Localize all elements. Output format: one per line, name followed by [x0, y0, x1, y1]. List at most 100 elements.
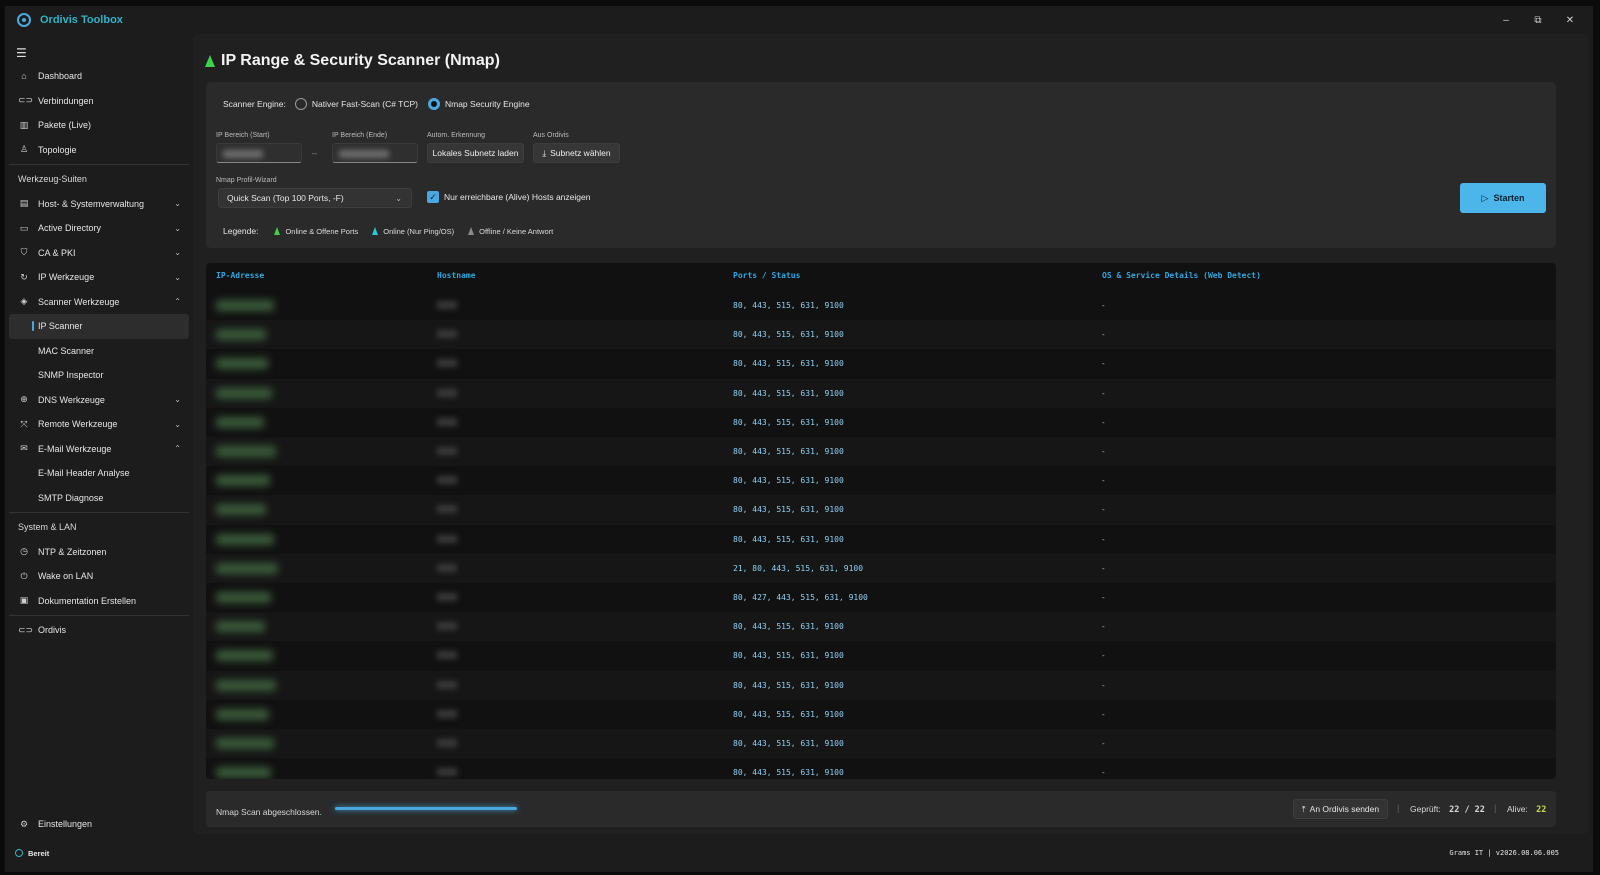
- alive-stat: Alive: 22: [1507, 804, 1546, 815]
- ports-cell: 80, 443, 515, 631, 9100: [733, 768, 844, 778]
- hamburger-menu-icon[interactable]: ☰: [16, 46, 27, 60]
- maximize-button[interactable]: ⧉: [1531, 15, 1545, 26]
- ports-cell: 80, 443, 515, 631, 9100: [733, 709, 844, 719]
- version-text: Grams IT | v2026.08.06.005: [1449, 849, 1559, 857]
- sidebar-item-label: E-Mail Header Analyse: [38, 468, 130, 479]
- redacted-hostname-cell: [437, 447, 457, 455]
- table-row[interactable]: 80, 443, 515, 631, 9100 -: [206, 291, 1556, 320]
- profile-select[interactable]: Quick Scan (Top 100 Ports, -F) ⌄: [218, 188, 412, 208]
- redacted-hostname-cell: [437, 680, 457, 689]
- table-row[interactable]: 80, 443, 515, 631, 9100 -: [206, 670, 1556, 700]
- topology-icon: ♙: [19, 144, 29, 155]
- sidebar-item-dokumentation[interactable]: ▣ Dokumentation Erstellen: [9, 589, 189, 614]
- start-button[interactable]: ▷ Starten: [1460, 183, 1546, 213]
- details-cell: -: [1102, 534, 1105, 544]
- table-row[interactable]: 80, 443, 515, 631, 9100 -: [206, 525, 1556, 554]
- sidebar-item-host-systemverwaltung[interactable]: ▤ Host- & Systemverwaltung ⌄: [9, 192, 189, 217]
- details-cell: -: [1102, 651, 1105, 661]
- sidebar-item-smtp-diagnose[interactable]: SMTP Diagnose: [9, 486, 189, 511]
- status-ring-icon: [15, 849, 23, 857]
- sidebar-item-dashboard[interactable]: ⌂ Dashboard: [9, 64, 189, 89]
- send-to-ordivis-button[interactable]: ⤒ An Ordivis senden: [1293, 799, 1388, 819]
- table-row[interactable]: 80, 443, 515, 631, 9100 -: [206, 408, 1556, 437]
- radio-nmap-engine[interactable]: [427, 98, 440, 110]
- sidebar-item-label: Wake on LAN: [38, 571, 94, 582]
- minimize-button[interactable]: –: [1499, 15, 1513, 26]
- checked-value: 22 / 22: [1449, 805, 1485, 815]
- table-row[interactable]: 80, 427, 443, 515, 631, 9100 -: [206, 583, 1556, 612]
- redacted-ip-cell: [216, 475, 270, 487]
- choose-subnet-label: Subnetz wählen: [550, 148, 611, 158]
- details-cell: -: [1102, 447, 1105, 456]
- radio-native-fast-scan[interactable]: [294, 98, 307, 110]
- redacted-hostname-cell: [437, 593, 457, 601]
- table-row[interactable]: 80, 443, 515, 631, 9100 -: [206, 466, 1556, 495]
- send-label: An Ordivis senden: [1309, 804, 1380, 814]
- app-logo-icon: [17, 13, 31, 27]
- details-cell: -: [1102, 359, 1105, 369]
- sidebar-item-email-werkzeuge[interactable]: ✉ E-Mail Werkzeuge ⌃: [9, 437, 189, 462]
- table-row[interactable]: 80, 443, 515, 631, 9100 -: [206, 612, 1556, 642]
- column-header-details[interactable]: OS & Service Details (Web Detect): [1102, 271, 1261, 280]
- table-row[interactable]: 80, 443, 515, 631, 9100 -: [206, 320, 1556, 350]
- choose-subnet-button[interactable]: ⤓ Subnetz wählen: [533, 143, 620, 163]
- table-row[interactable]: 80, 443, 515, 631, 9100 -: [206, 729, 1556, 759]
- ip-end-input[interactable]: [332, 143, 418, 163]
- radio-label-native[interactable]: Nativer Fast-Scan (C# TCP): [312, 99, 418, 109]
- table-row[interactable]: 80, 443, 515, 631, 9100 -: [206, 378, 1556, 408]
- sidebar-item-label: NTP & Zeitzonen: [38, 546, 107, 557]
- sidebar-item-topologie[interactable]: ♙ Topologie: [9, 138, 189, 163]
- sidebar-item-ip-werkzeuge[interactable]: ↻ IP Werkzeuge ⌄: [9, 265, 189, 290]
- sidebar-item-active-directory[interactable]: ▭ Active Directory ⌄: [9, 216, 189, 241]
- checked-label: Geprüft:: [1410, 804, 1441, 814]
- sidebar-item-snmp-inspector[interactable]: SNMP Inspector: [9, 363, 189, 388]
- sidebar-item-verbindungen[interactable]: ⊂⊃ Verbindungen: [9, 89, 189, 114]
- sidebar-item-scanner-werkzeuge[interactable]: ◈ Scanner Werkzeuge ⌃: [9, 290, 189, 315]
- table-row[interactable]: 80, 443, 515, 631, 9100 -: [206, 641, 1556, 670]
- server-icon: ▤: [19, 198, 29, 209]
- alive-only-toggle[interactable]: ✓ Nur erreichbare (Alive) Hosts anzeigen: [427, 191, 590, 203]
- sidebar-item-dns-werkzeuge[interactable]: ⊕ DNS Werkzeuge ⌄: [9, 388, 189, 413]
- chevron-down-icon: ⌄: [174, 248, 181, 258]
- table-row[interactable]: 80, 443, 515, 631, 9100 -: [206, 437, 1556, 467]
- redacted-hostname-cell: [437, 476, 457, 485]
- sidebar-item-ip-scanner[interactable]: IP Scanner: [9, 314, 189, 339]
- column-header-hostname[interactable]: Hostname: [437, 271, 476, 280]
- table-row[interactable]: 21, 80, 443, 515, 631, 9100 -: [206, 553, 1556, 583]
- sidebar-item-email-header-analyse[interactable]: E-Mail Header Analyse: [9, 461, 189, 486]
- download-icon: ⤓: [542, 147, 547, 158]
- green-triangle-icon: [274, 227, 281, 235]
- sidebar: ☰ ⌂ Dashboard ⊂⊃ Verbindungen ▥ Pakete (Liv…: [5, 34, 193, 844]
- sidebar-item-remote-werkzeuge[interactable]: ⤧ Remote Werkzeuge ⌄: [9, 412, 189, 437]
- sidebar-item-mac-scanner[interactable]: MAC Scanner: [9, 339, 189, 364]
- table-row[interactable]: 80, 443, 515, 631, 9100 -: [206, 758, 1556, 779]
- table-row[interactable]: 80, 443, 515, 631, 9100 -: [206, 349, 1556, 378]
- load-local-subnet-button[interactable]: Lokales Subnetz laden: [427, 143, 524, 163]
- divider: |: [1397, 803, 1400, 813]
- page-title-text: IP Range & Security Scanner (Nmap): [221, 52, 500, 69]
- checkbox-checked-icon[interactable]: ✓: [427, 191, 439, 203]
- column-header-ip[interactable]: IP-Adresse: [216, 271, 264, 280]
- sidebar-item-wake-on-lan[interactable]: ⏻ Wake on LAN: [9, 564, 189, 589]
- divider: |: [1494, 803, 1497, 813]
- section-werkzeug-suiten: Werkzeug-Suiten: [18, 174, 87, 185]
- redacted-ip: [339, 150, 389, 158]
- radio-label-nmap[interactable]: Nmap Security Engine: [445, 99, 530, 109]
- range-dash: –: [312, 148, 318, 158]
- sidebar-item-ordivis[interactable]: ⊂⊃ Ordivis: [9, 618, 189, 643]
- close-button[interactable]: ✕: [1563, 15, 1577, 26]
- document-icon: ▣: [19, 595, 29, 606]
- sidebar-item-pakete[interactable]: ▥ Pakete (Live): [9, 113, 189, 138]
- sidebar-item-label: CA & PKI: [38, 247, 76, 258]
- sidebar-item-einstellungen[interactable]: ⚙ Einstellungen: [9, 812, 189, 837]
- redacted-hostname-cell: [437, 622, 457, 631]
- column-header-ports[interactable]: Ports / Status: [733, 271, 800, 280]
- ip-end-label: IP Bereich (Ende): [332, 132, 388, 139]
- sidebar-item-ntp-zeitzonen[interactable]: ◷ NTP & Zeitzonen: [9, 540, 189, 565]
- alive-only-label: Nur erreichbare (Alive) Hosts anzeigen: [444, 192, 591, 202]
- ip-start-input[interactable]: [216, 143, 302, 163]
- table-row[interactable]: 80, 443, 515, 631, 9100 -: [206, 700, 1556, 729]
- results-table[interactable]: IP-Adresse Hostname Ports / Status OS & …: [206, 263, 1556, 779]
- sidebar-item-ca-pki[interactable]: ⛉ CA & PKI ⌄: [9, 241, 189, 266]
- table-row[interactable]: 80, 443, 515, 631, 9100 -: [206, 495, 1556, 525]
